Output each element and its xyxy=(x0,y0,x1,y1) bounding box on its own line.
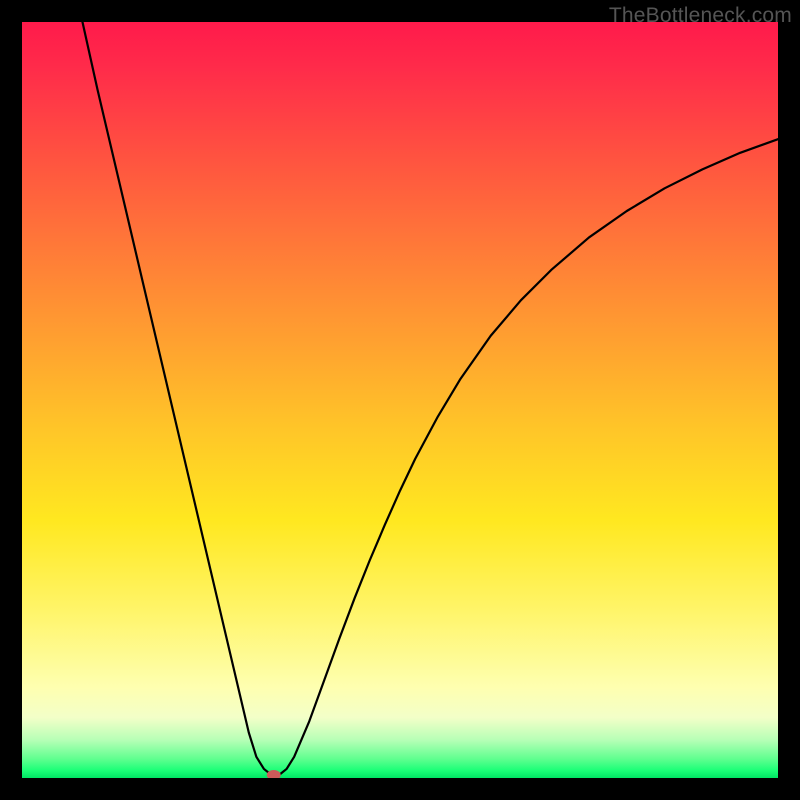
curve-svg xyxy=(22,22,778,778)
minimum-marker xyxy=(267,770,281,778)
chart-frame: TheBottleneck.com xyxy=(0,0,800,800)
bottleneck-curve xyxy=(82,22,778,775)
plot-area xyxy=(22,22,778,778)
